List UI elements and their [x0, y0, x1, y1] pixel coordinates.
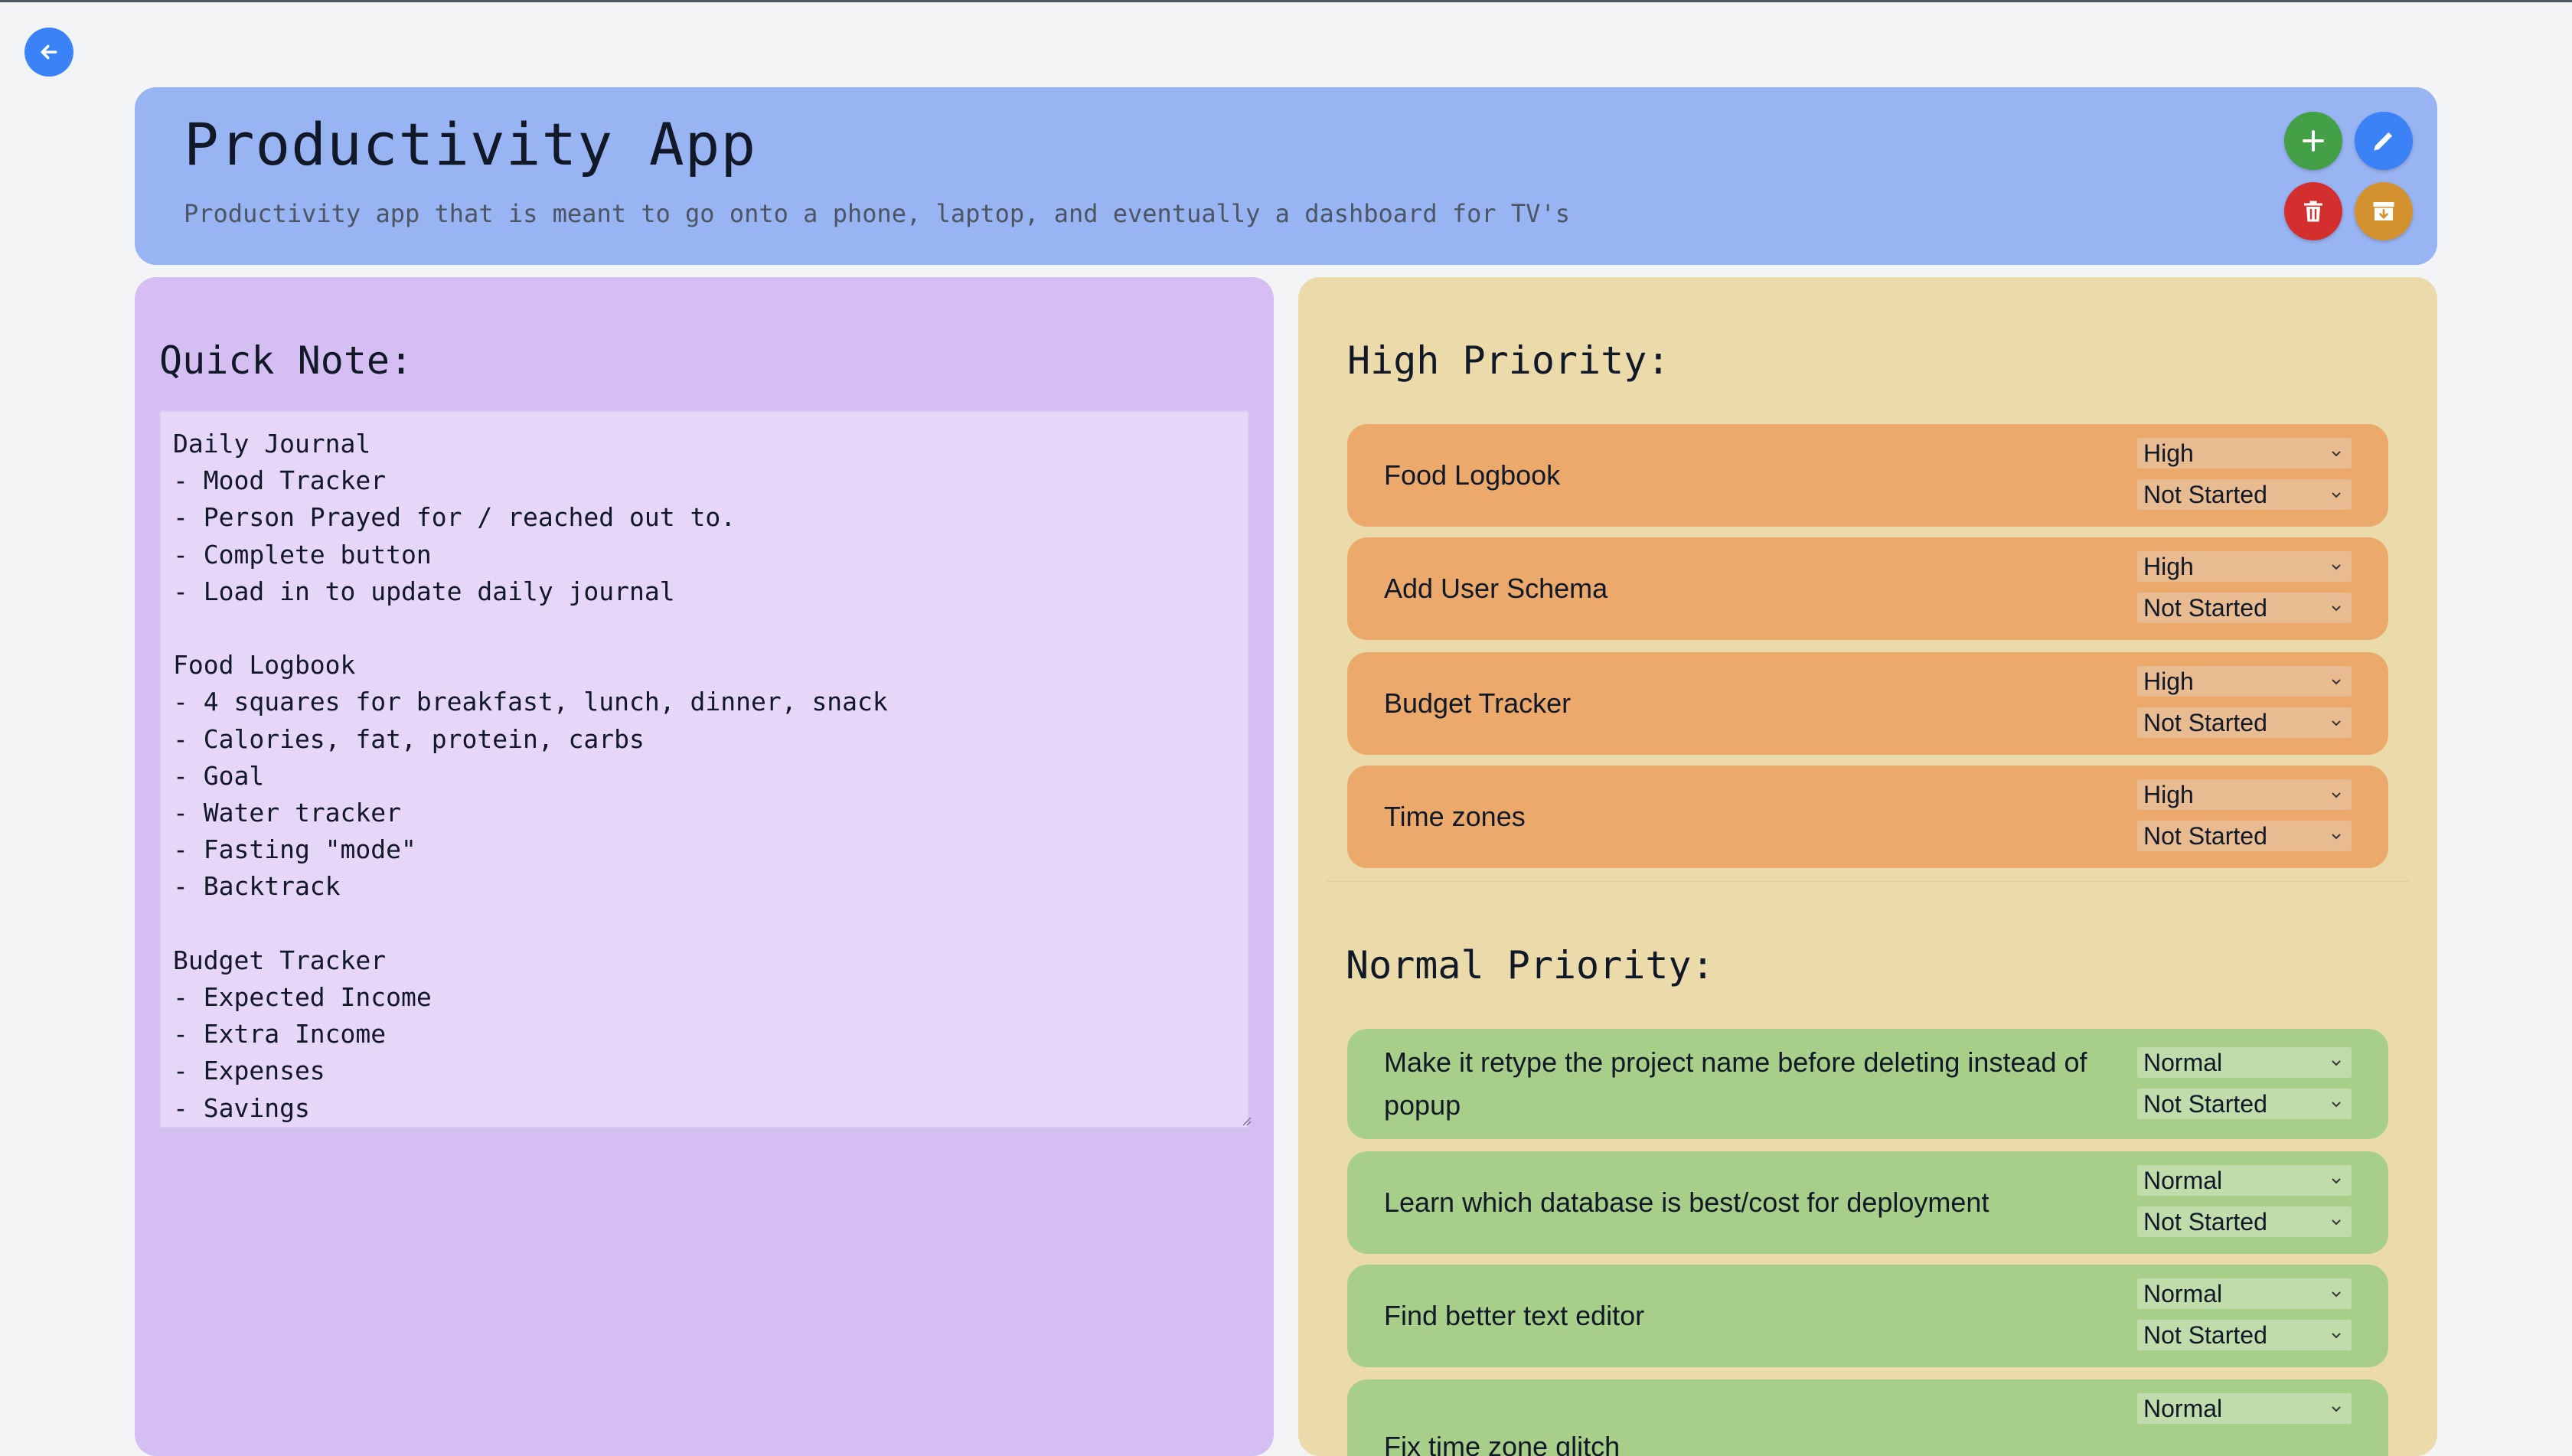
chevron-down-icon: [2332, 564, 2341, 570]
task-title: Budget Tracker: [1384, 687, 1572, 719]
priority-value: Normal: [2143, 1394, 2223, 1422]
task-card[interactable]: Learn which database is best/cost for de…: [1347, 1151, 2388, 1254]
priority-value: Normal: [2143, 1048, 2223, 1076]
priority-select[interactable]: Normal: [2137, 1047, 2352, 1078]
status-value: Not Started: [2143, 1207, 2267, 1236]
chevron-down-icon: [2332, 606, 2341, 612]
chevron-down-icon: [2332, 1102, 2341, 1108]
priority-select[interactable]: Normal: [2137, 1393, 2352, 1424]
status-value: Not Started: [2143, 1321, 2267, 1349]
project-title: Productivity App: [184, 110, 757, 178]
priority-value: High: [2143, 552, 2194, 580]
priority-select[interactable]: Normal: [2137, 1165, 2352, 1196]
priority-select[interactable]: High: [2137, 438, 2352, 468]
chevron-down-icon: [2332, 1406, 2341, 1412]
status-value: Not Started: [2143, 480, 2267, 508]
arrow-left-icon: [41, 44, 57, 60]
window-top-border: [0, 0, 2572, 2]
task-card[interactable]: Fix time zone glitch Normal: [1347, 1379, 2388, 1456]
status-select[interactable]: Not Started: [2137, 1206, 2352, 1237]
section-divider: [1326, 880, 2410, 882]
add-task-button[interactable]: [2284, 112, 2342, 170]
task-title: Find better text editor: [1384, 1300, 1645, 1331]
task-card[interactable]: Budget Tracker High Not Started: [1347, 652, 2388, 755]
chevron-down-icon: [2332, 792, 2341, 798]
priority-value: Normal: [2143, 1166, 2223, 1194]
task-title: Make it retype the project name before d…: [1384, 1046, 2087, 1121]
resize-grip-icon[interactable]: [1239, 1113, 1252, 1127]
task-card[interactable]: Food Logbook High Not Started: [1347, 424, 2388, 527]
task-title: Food Logbook: [1384, 459, 1561, 491]
chevron-down-icon: [2332, 1178, 2341, 1184]
chevron-down-icon: [2332, 451, 2341, 457]
status-select[interactable]: Not Started: [2137, 479, 2352, 510]
chevron-down-icon: [2332, 834, 2341, 840]
task-card[interactable]: Time zones High Not Started: [1347, 766, 2388, 868]
chevron-down-icon: [2332, 1219, 2341, 1226]
priority-value: Normal: [2143, 1279, 2223, 1307]
priority-value: High: [2143, 667, 2194, 695]
normal-priority-heading: Normal Priority:: [1346, 943, 1715, 988]
chevron-down-icon: [2332, 679, 2341, 685]
chevron-down-icon: [2332, 1060, 2341, 1066]
task-card[interactable]: Make it retype the project name before d…: [1347, 1029, 2388, 1139]
archive-project-button[interactable]: [2355, 182, 2413, 240]
priority-select[interactable]: High: [2137, 779, 2352, 810]
delete-project-button[interactable]: [2284, 182, 2342, 240]
status-select[interactable]: Not Started: [2137, 593, 2352, 623]
high-priority-heading: High Priority:: [1347, 338, 1670, 383]
chevron-down-icon: [2332, 492, 2341, 498]
archive-icon: [2373, 202, 2394, 220]
quick-note-textarea[interactable]: Daily Journal - Mood Tracker - Person Pr…: [159, 410, 1249, 1128]
status-select[interactable]: Not Started: [2137, 1089, 2352, 1119]
chevron-down-icon: [2332, 1333, 2341, 1339]
task-card[interactable]: Add User Schema High Not Started: [1347, 537, 2388, 640]
tasks-panel: High Priority: Food Logbook High Not Sta…: [1298, 277, 2437, 1456]
status-select[interactable]: Not Started: [2137, 1320, 2352, 1350]
priority-value: High: [2143, 439, 2194, 467]
status-value: Not Started: [2143, 821, 2267, 850]
status-value: Not Started: [2143, 708, 2267, 736]
back-button[interactable]: [24, 28, 73, 77]
task-title: Fix time zone glitch: [1384, 1431, 1621, 1456]
task-title: Learn which database is best/cost for de…: [1384, 1187, 1989, 1218]
task-card[interactable]: Find better text editor Normal Not Start…: [1347, 1265, 2388, 1367]
quick-note-heading: Quick Note:: [159, 338, 413, 383]
priority-select[interactable]: Normal: [2137, 1278, 2352, 1309]
status-value: Not Started: [2143, 593, 2267, 622]
project-description: Productivity app that is meant to go ont…: [184, 199, 1570, 228]
status-select[interactable]: Not Started: [2137, 707, 2352, 738]
status-value: Not Started: [2143, 1089, 2267, 1118]
trash-icon: [2304, 201, 2322, 222]
chevron-down-icon: [2332, 1291, 2341, 1298]
edit-project-button[interactable]: [2355, 112, 2413, 170]
chevron-down-icon: [2332, 720, 2341, 726]
pencil-icon: [2374, 132, 2393, 151]
task-title: Add User Schema: [1384, 573, 1608, 604]
project-header: Productivity App Productivity app that i…: [135, 87, 2437, 265]
quick-note-panel: Quick Note: Daily Journal - Mood Tracker…: [135, 277, 1274, 1456]
status-select[interactable]: Not Started: [2137, 821, 2352, 851]
priority-select[interactable]: High: [2137, 666, 2352, 697]
task-title: Time zones: [1384, 801, 1526, 832]
plus-icon: [2303, 130, 2324, 152]
priority-select[interactable]: High: [2137, 551, 2352, 582]
priority-value: High: [2143, 780, 2194, 808]
